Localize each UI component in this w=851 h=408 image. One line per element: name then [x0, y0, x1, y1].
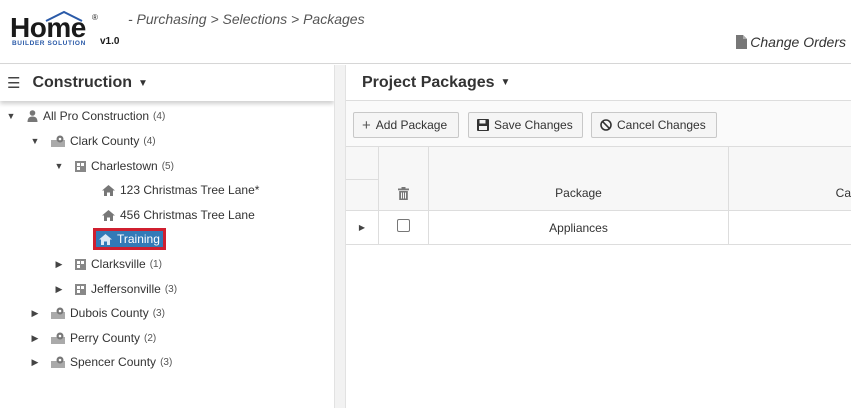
tree-node-count: (2) — [144, 332, 157, 344]
collapse-toggle-icon[interactable]: ▶ — [53, 284, 65, 295]
construction-panel-header[interactable]: ☰ Construction ▼ — [0, 65, 334, 101]
map-pin-icon — [51, 356, 65, 368]
tree-node-123-christmas-tree-lane[interactable]: 123 Christmas Tree Lane* — [102, 179, 259, 201]
row-package-cell[interactable]: Appliances — [429, 211, 729, 245]
cancel-changes-button[interactable]: Cancel Changes — [591, 112, 717, 138]
house-icon — [102, 209, 115, 221]
tree-node-count: (3) — [164, 283, 178, 295]
map-pin-icon — [51, 135, 65, 147]
tree-node-label: Spencer County — [70, 355, 157, 369]
collapse-toggle-icon[interactable]: ▶ — [29, 357, 41, 368]
tree-node-label: Perry County — [70, 331, 141, 345]
plus-icon: + — [362, 116, 371, 134]
city-icon — [75, 160, 86, 172]
tree-node-count: (3) — [152, 307, 165, 319]
caret-down-icon[interactable]: ▼ — [138, 78, 148, 89]
map-pin-icon — [51, 307, 65, 319]
app-header: Home ® BUILDER SOLUTION v1.0 - Purchasin… — [0, 0, 851, 64]
trash-icon[interactable] — [398, 187, 409, 200]
city-icon — [75, 283, 86, 295]
tree-node-label: Training — [117, 232, 160, 246]
collapse-toggle-icon[interactable]: ▶ — [53, 259, 65, 270]
city-icon — [75, 258, 86, 270]
add-package-label: Add Package — [375, 118, 448, 132]
hamburger-menu-icon[interactable]: ☰ — [7, 74, 20, 92]
tree-node-count: (4) — [153, 110, 166, 122]
tree-node-count: (1) — [149, 258, 162, 270]
tree-node-jeffersonville[interactable]: ▶ Jeffersonville (3) — [53, 278, 178, 300]
tree-node-label: 123 Christmas Tree Lane* — [120, 183, 260, 197]
tree-node-count: (3) — [160, 356, 173, 368]
tree-node-training[interactable]: Training — [93, 228, 166, 250]
row-checkbox[interactable] — [397, 219, 410, 232]
save-changes-label: Save Changes — [494, 118, 573, 132]
change-orders-label: Change Orders — [750, 34, 846, 50]
grid-header-delete — [379, 147, 429, 211]
row-expand-icon[interactable]: ▶ — [359, 223, 365, 232]
row-select-cell — [379, 211, 429, 245]
row-category-cell[interactable] — [729, 211, 851, 245]
logo-subtitle: BUILDER SOLUTION — [12, 40, 86, 47]
tree-node-label: All Pro Construction — [43, 109, 150, 123]
add-package-button[interactable]: + Add Package — [353, 112, 459, 138]
map-pin-icon — [51, 332, 65, 344]
floppy-disk-icon — [477, 119, 489, 131]
expand-toggle-icon[interactable]: ▼ — [29, 136, 41, 146]
cancel-circle-icon — [600, 119, 612, 131]
cancel-changes-label: Cancel Changes — [617, 118, 706, 132]
tree-node-clarksville[interactable]: ▶ Clarksville (1) — [53, 253, 162, 275]
construction-panel: ☰ Construction ▼ ▼ All Pro Construction … — [0, 65, 334, 408]
tree-node-456-christmas-tree-lane[interactable]: 456 Christmas Tree Lane — [102, 204, 255, 226]
tree-node-clark-county[interactable]: ▼ Clark County (4) — [29, 130, 156, 152]
construction-title: Construction — [32, 74, 132, 91]
project-packages-panel: Project Packages ▼ + Add Package Save Ch… — [346, 65, 851, 408]
breadcrumb: - Purchasing > Selections > Packages — [128, 11, 365, 27]
logo-registered: ® — [92, 13, 98, 22]
app-version: v1.0 — [100, 36, 120, 47]
tree-node-charlestown[interactable]: ▼ Charlestown (5) — [53, 155, 174, 177]
grid-header-package[interactable]: Package — [429, 147, 729, 211]
change-orders-link[interactable]: Change Orders — [736, 34, 846, 50]
grid-header-expander — [346, 147, 379, 211]
tree-node-spencer-county[interactable]: ▶ Spencer County (3) — [29, 351, 173, 373]
collapse-toggle-icon[interactable]: ▶ — [29, 333, 41, 344]
house-icon — [102, 184, 115, 196]
logo-wordmark: Home — [10, 12, 86, 43]
selected-node-highlight[interactable]: Training — [93, 228, 166, 250]
grid-toolbar: + Add Package Save Changes Cancel Change… — [346, 101, 851, 147]
tree-node-count: (5) — [161, 160, 174, 172]
tree-node-label: Charlestown — [91, 159, 158, 173]
project-packages-header[interactable]: Project Packages ▼ — [346, 65, 851, 101]
house-icon — [99, 233, 112, 245]
save-changes-button[interactable]: Save Changes — [468, 112, 583, 138]
tree-node-count: (4) — [143, 135, 156, 147]
tree-node-perry-county[interactable]: ▶ Perry County (2) — [29, 327, 157, 349]
row-expander[interactable]: ▶ — [346, 211, 379, 245]
app-logo[interactable]: Home ® BUILDER SOLUTION v1.0 — [10, 10, 125, 52]
tree-node-label: Clark County — [70, 134, 140, 148]
document-icon — [736, 35, 748, 49]
project-packages-title: Project Packages — [362, 73, 495, 91]
caret-down-icon[interactable]: ▼ — [501, 77, 511, 88]
tree-node-dubois-county[interactable]: ▶ Dubois County (3) — [29, 302, 165, 324]
tree-node-label: 456 Christmas Tree Lane — [120, 208, 255, 222]
tree-node-label: Dubois County — [70, 306, 149, 320]
tree-node-label: Jeffersonville — [91, 282, 161, 296]
tree-node-all-pro-construction[interactable]: ▼ All Pro Construction (4) — [5, 105, 166, 127]
expand-toggle-icon[interactable]: ▼ — [5, 111, 17, 121]
tree-node-label: Clarksville — [91, 257, 146, 271]
panel-splitter[interactable] — [334, 65, 346, 408]
grid-header-category[interactable]: Ca — [729, 147, 851, 211]
collapse-toggle-icon[interactable]: ▶ — [29, 308, 41, 319]
person-icon — [27, 110, 38, 122]
expand-toggle-icon[interactable]: ▼ — [53, 161, 65, 171]
